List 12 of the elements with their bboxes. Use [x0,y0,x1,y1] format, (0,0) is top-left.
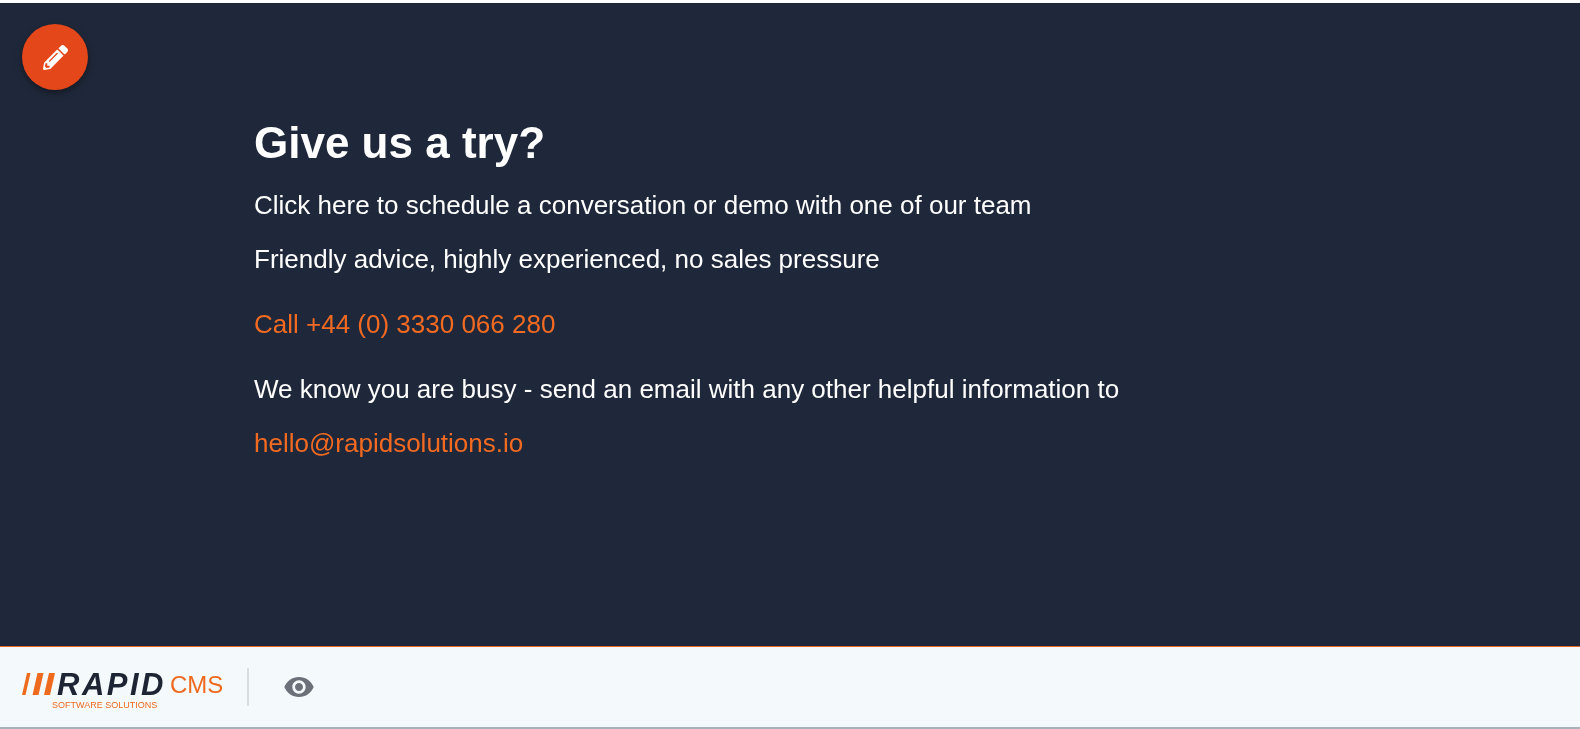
body-text: Click here to schedule a conversation or demo with one of our team [254,189,1032,222]
logo-product-name: CMS [169,671,224,698]
edit-button[interactable] [22,24,88,90]
body-text: We know you are busy - send an email with any other helpful information to [254,373,1120,406]
logo-wordmark: RAPID [57,669,166,699]
logo-tagline: SOFTWARE SOLUTIONS [52,699,158,711]
slash-marks-icon [22,672,55,695]
body-text: Friendly advice, highly experienced, no sales pressure [254,243,880,276]
heading: Give us a try? [254,117,545,169]
phone-link[interactable]: Call +44 (0) 3330 066 280 [254,306,556,342]
email-link[interactable]: hello@rapidsolutions.io [254,425,524,461]
pencil-icon [42,44,68,70]
